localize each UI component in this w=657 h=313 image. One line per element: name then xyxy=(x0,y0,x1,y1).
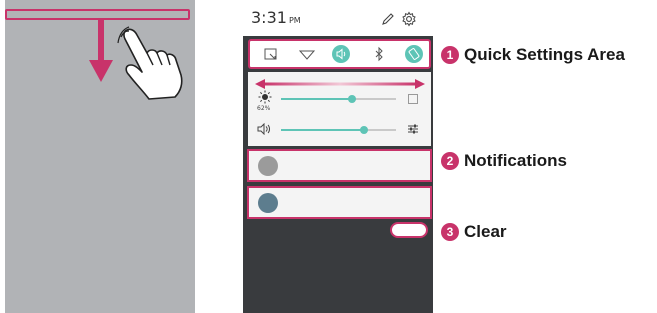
brightness-icon xyxy=(258,90,272,104)
quick-settings-area xyxy=(248,39,431,69)
callout-number: 2 xyxy=(441,152,459,170)
callout-label: Quick Settings Area xyxy=(464,45,625,64)
brightness-slider[interactable] xyxy=(281,95,396,103)
clock-ampm: PM xyxy=(288,16,301,25)
brightness-slider-thumb[interactable] xyxy=(348,95,357,103)
screen-capture-icon[interactable] xyxy=(262,45,280,63)
auto-brightness-checkbox[interactable] xyxy=(408,94,418,104)
bluetooth-icon[interactable] xyxy=(370,45,388,63)
volume-settings-icon[interactable] xyxy=(407,123,419,135)
clear-button[interactable] xyxy=(390,222,428,238)
callout-clear: 3 Clear xyxy=(441,222,507,242)
callout-number: 3 xyxy=(441,223,459,241)
callout-notifications: 2 Notifications xyxy=(441,151,567,171)
clock-time: 3:31 xyxy=(251,8,287,27)
volume-slider-thumb[interactable] xyxy=(359,126,368,134)
brightness-slider-fill xyxy=(281,98,353,100)
notification-shade: 3:31 PM 62% xyxy=(243,0,433,313)
notification-card[interactable] xyxy=(247,149,432,182)
hand-gesture-icon xyxy=(117,26,183,100)
clock: 3:31 PM xyxy=(251,8,301,27)
slide-gesture-arrow-icon xyxy=(255,79,425,89)
notification-avatar xyxy=(258,193,278,213)
callout-quick-settings: 1 Quick Settings Area xyxy=(441,45,625,65)
wifi-icon[interactable] xyxy=(298,45,316,63)
brightness-percent: 62% xyxy=(257,105,271,112)
volume-slider[interactable] xyxy=(281,126,396,134)
notification-avatar xyxy=(258,156,278,176)
callout-label: Notifications xyxy=(464,151,567,170)
pencil-icon[interactable] xyxy=(381,12,395,26)
figure-root: 3:31 PM 62% 1 Quick Settings Area 2 Noti… xyxy=(0,0,657,313)
callout-label: Clear xyxy=(464,222,507,241)
swipe-down-arrow-icon xyxy=(89,20,113,82)
callout-number: 1 xyxy=(441,46,459,64)
gear-icon[interactable] xyxy=(401,11,417,27)
volume-slider-fill xyxy=(281,129,364,131)
rotation-icon[interactable] xyxy=(405,45,423,63)
speaker-icon xyxy=(257,123,270,135)
status-bar: 3:31 PM xyxy=(243,0,433,36)
notification-card[interactable] xyxy=(247,186,432,219)
sound-icon[interactable] xyxy=(332,45,350,63)
status-bar-highlight[interactable] xyxy=(5,9,190,20)
